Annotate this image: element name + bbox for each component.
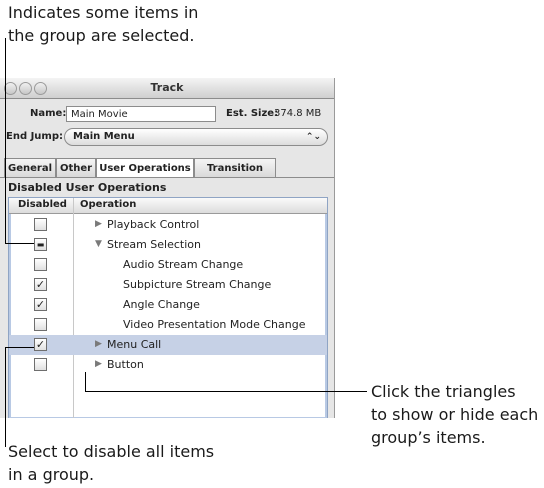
leader-line-partial-h [5, 243, 34, 244]
callout-disable-group: Select to disable all items in a group. [8, 440, 214, 486]
tab-divider [0, 177, 334, 178]
operation-label: Button [107, 358, 144, 371]
table-header: Disabled Operation [9, 198, 327, 214]
callout-triangles: Click the triangles to show or hide each… [371, 380, 538, 449]
disclosure-triangle-icon[interactable]: ▶ [95, 359, 102, 369]
table-row[interactable]: Video Presentation Mode Change [9, 315, 327, 335]
callout-partial-line1: Indicates some items in [8, 3, 199, 22]
callout-disable-line1: Select to disable all items [8, 442, 215, 461]
disable-checkbox[interactable]: ✓ [34, 338, 47, 351]
callout-disable-line2: in a group. [8, 465, 95, 484]
callout-triangles-line2: to show or hide each [371, 405, 539, 424]
leader-line-triangle-h [85, 391, 367, 392]
est-size-label: Est. Size: [226, 108, 279, 119]
table-row[interactable]: ▶ Playback Control [9, 215, 327, 235]
header-operation[interactable]: Operation [80, 199, 136, 210]
end-jump-value: Main Menu [73, 131, 135, 142]
popup-arrows-icon: ⌃⌄ [305, 132, 321, 142]
end-jump-popup[interactable]: Main Menu ⌃⌄ [64, 128, 328, 146]
disclosure-triangle-icon[interactable]: ▼ [95, 239, 102, 249]
section-title: Disabled User Operations [8, 181, 167, 194]
tab-transition[interactable]: Transition [194, 158, 276, 177]
tab-general[interactable]: General [4, 158, 56, 177]
callout-triangles-line1: Click the triangles [371, 382, 516, 401]
leader-line-group-h [5, 347, 34, 348]
operation-label: Video Presentation Mode Change [123, 318, 306, 331]
leader-line-partial-v [5, 38, 6, 244]
leader-line-triangle-v [85, 372, 86, 392]
track-window: Track Name: Main Movie Est. Size: 374.8 … [0, 78, 335, 418]
window-titlebar: Track [0, 78, 334, 99]
disable-checkbox[interactable] [34, 258, 47, 271]
table-row-selected[interactable]: ✓ ▶ Menu Call [9, 335, 327, 355]
disable-checkbox[interactable]: ✓ [34, 278, 47, 291]
operations-table: Disabled Operation ▶ Playback Control ▬ … [8, 197, 328, 418]
disable-checkbox[interactable]: ▬ [34, 238, 47, 251]
disclosure-triangle-icon[interactable]: ▶ [95, 219, 102, 229]
est-size-value: 374.8 MB [274, 108, 322, 119]
disable-checkbox[interactable] [34, 318, 47, 331]
leader-line-group-v [5, 347, 6, 447]
table-row[interactable]: ▬ ▼ Stream Selection [9, 235, 327, 255]
disable-checkbox[interactable] [34, 218, 47, 231]
disable-checkbox[interactable]: ✓ [34, 298, 47, 311]
table-row[interactable]: ✓ Angle Change [9, 295, 327, 315]
table-row[interactable]: ✓ Subpicture Stream Change [9, 275, 327, 295]
operation-label: Playback Control [107, 218, 200, 231]
tab-user-operations[interactable]: User Operations [96, 158, 194, 177]
callout-partial-selection: Indicates some items in the group are se… [8, 1, 198, 47]
end-jump-label: End Jump: [6, 131, 64, 142]
name-field[interactable]: Main Movie [66, 106, 216, 122]
callout-triangles-line3: group’s items. [371, 428, 486, 447]
tab-other[interactable]: Other [56, 158, 96, 177]
disable-checkbox[interactable] [34, 358, 47, 371]
disclosure-triangle-icon[interactable]: ▶ [95, 339, 102, 349]
operation-label: Angle Change [123, 298, 200, 311]
operation-label: Audio Stream Change [123, 258, 244, 271]
window-title: Track [150, 81, 184, 94]
table-row[interactable]: ▶ Button [9, 355, 327, 375]
operation-label: Stream Selection [107, 238, 201, 251]
table-row[interactable]: Audio Stream Change [9, 255, 327, 275]
name-label: Name: [30, 108, 67, 119]
operation-label: Menu Call [107, 338, 162, 351]
operation-label: Subpicture Stream Change [123, 278, 272, 291]
header-disabled[interactable]: Disabled [18, 199, 67, 210]
callout-partial-line2: the group are selected. [8, 26, 195, 45]
